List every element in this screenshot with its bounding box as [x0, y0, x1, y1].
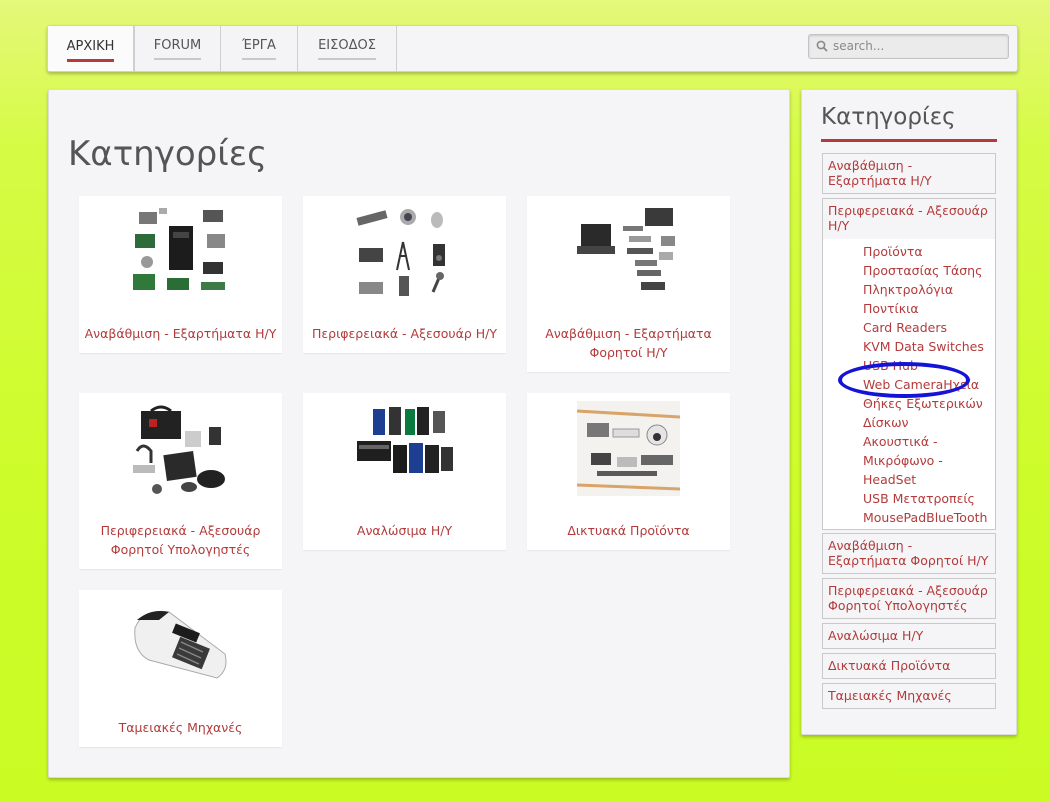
sidebar-category-label: Δικτυακά Προϊόντα: [828, 658, 951, 673]
nav-item-home[interactable]: ΑΡΧΙΚΗ: [48, 26, 134, 71]
sidebar-category-label: Αναβάθμιση - Εξαρτήματα Φορητοί Η/Υ: [828, 538, 989, 568]
sidebar-category-cash-registers[interactable]: Ταμειακές Μηχανές: [822, 683, 996, 709]
subcategory-link[interactable]: Ποντίκια: [863, 299, 990, 318]
sidebar-category-label: Αναλώσιμα Η/Υ: [828, 628, 924, 643]
category-card-label: Αναλώσιμα Η/Υ: [356, 523, 453, 538]
subcategory-link[interactable]: Ακουστικά -: [863, 432, 990, 451]
pc-components-image: [133, 208, 225, 290]
sidebar-category-label: Αναβάθμιση - Εξαρτήματα Η/Υ: [828, 158, 932, 188]
laptop-accessories-image: [133, 405, 225, 494]
category-card-pc-components[interactable]: Αναβάθμιση - Εξαρτήματα Η/Υ: [79, 196, 282, 353]
subcategory-link[interactable]: Προστασίας Τάσης: [863, 261, 990, 280]
subcategory-link[interactable]: Δίσκων: [863, 413, 990, 432]
peripherals-image: [356, 209, 445, 296]
subcategory-link[interactable]: Μικρόφωνο -: [863, 451, 990, 470]
sidebar-category-consumables[interactable]: Αναλώσιμα Η/Υ: [822, 623, 996, 649]
page-title: Κατηγορίες: [68, 134, 268, 174]
title-underline: [821, 139, 997, 142]
subcategory-link[interactable]: USB Μετατροπείς: [863, 489, 990, 508]
category-card-label: Περιφερειακά - Αξεσουάρ Φορητοί Υπολογησ…: [100, 523, 261, 557]
sidebar-category-laptop-parts[interactable]: Αναβάθμιση - Εξαρτήματα Φορητοί Η/Υ: [822, 533, 996, 574]
nav-item-label: ΕΙΣΟΔΟΣ: [318, 38, 376, 60]
network-products-image: [577, 401, 680, 496]
nav-item-projects[interactable]: ΈΡΓΑ: [221, 26, 298, 71]
category-card-network-products[interactable]: Δικτυακά Προϊόντα: [527, 393, 730, 550]
category-card-label: Ταμειακές Μηχανές: [118, 720, 243, 735]
category-card-label: Αναβάθμιση - Εξαρτήματα Η/Υ: [84, 326, 277, 341]
categories-sidebar: Κατηγορίες Αναβάθμιση - Εξαρτήματα Η/Υ Π…: [801, 89, 1017, 735]
nav-item-label: FORUM: [153, 38, 202, 60]
category-card-laptop-accessories[interactable]: Περιφερειακά - Αξεσουάρ Φορητοί Υπολογησ…: [79, 393, 282, 569]
nav-item-label: ΈΡΓΑ: [242, 38, 276, 60]
search-input[interactable]: [833, 37, 998, 55]
search-icon: [816, 40, 828, 52]
subcategory-link[interactable]: MousePadBlueTooth: [863, 508, 990, 527]
search-box: [808, 34, 1009, 59]
sidebar-title: Κατηγορίες: [821, 104, 956, 130]
category-card-label: Δικτυακά Προϊόντα: [567, 523, 690, 538]
category-card-consumables[interactable]: Αναλώσιμα Η/Υ: [303, 393, 506, 550]
highlight-oval-annotation: [838, 362, 970, 398]
subcategory-link[interactable]: HeadSet: [863, 470, 990, 489]
sidebar-category-label: Περιφερειακά - Αξεσουάρ Η/Υ: [823, 199, 995, 239]
sidebar-category-laptop-accessories[interactable]: Περιφερειακά - Αξεσουάρ Φορητοί Υπολογησ…: [822, 578, 996, 619]
nav-item-forum[interactable]: FORUM: [134, 26, 221, 71]
category-card-cash-registers[interactable]: Ταμειακές Μηχανές: [79, 590, 282, 747]
subcategory-link[interactable]: Πληκτρολόγια: [863, 280, 990, 299]
subcategory-link[interactable]: Card Readers: [863, 318, 990, 337]
nav-item-login[interactable]: ΕΙΣΟΔΟΣ: [298, 26, 397, 71]
category-card-laptop-parts[interactable]: Αναβάθμιση - Εξαρτήματα Φορητοί Η/Υ: [527, 196, 730, 372]
category-card-label: Περιφερειακά - Αξεσουάρ Η/Υ: [311, 326, 498, 341]
top-navigation-bar: ΑΡΧΙΚΗ FORUM ΈΡΓΑ ΕΙΣΟΔΟΣ: [47, 25, 1018, 72]
laptop-parts-image: [577, 208, 675, 290]
sidebar-category-pc-components[interactable]: Αναβάθμιση - Εξαρτήματα Η/Υ: [822, 153, 996, 194]
subcategory-link[interactable]: KVM Data Switches: [863, 337, 990, 356]
sidebar-category-network-products[interactable]: Δικτυακά Προϊόντα: [822, 653, 996, 679]
sidebar-category-label: Ταμειακές Μηχανές: [828, 688, 952, 703]
subcategory-link[interactable]: Προϊόντα: [863, 242, 990, 261]
cash-register-image: [134, 610, 227, 679]
nav-item-label: ΑΡΧΙΚΗ: [66, 39, 115, 62]
main-content-panel: Κατηγορίες Αναβάθμιση - Εξαρτήματα Η/Υ Π…: [48, 89, 790, 778]
printer-supplies-image: [357, 407, 453, 473]
sidebar-category-label: Περιφερειακά - Αξεσουάρ Φορητοί Υπολογησ…: [828, 583, 988, 613]
category-card-peripherals[interactable]: Περιφερειακά - Αξεσουάρ Η/Υ: [303, 196, 506, 353]
category-card-label: Αναβάθμιση - Εξαρτήματα Φορητοί Η/Υ: [545, 326, 712, 360]
